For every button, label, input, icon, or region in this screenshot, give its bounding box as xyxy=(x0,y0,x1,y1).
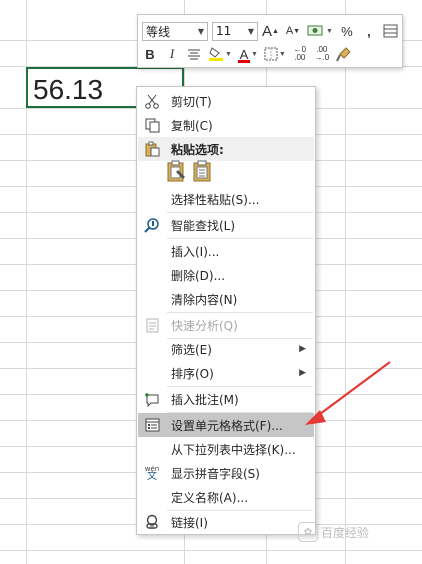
watermark-text: 百度经验 xyxy=(321,525,370,540)
watermark: ✿ 百度经验 xyxy=(298,522,369,542)
annotation-arrow xyxy=(305,361,391,425)
baidu-paw-icon: ✿ xyxy=(298,522,318,542)
